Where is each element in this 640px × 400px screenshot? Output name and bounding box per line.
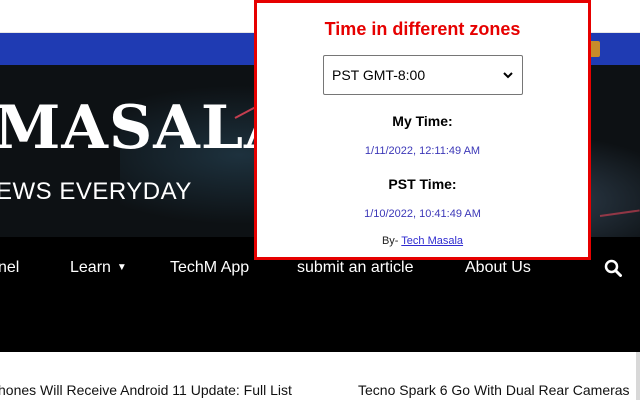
nav-item-techm-app[interactable]: TechM App — [170, 259, 249, 277]
news-ticker: hones Will Receive Android 11 Update: Fu… — [0, 352, 640, 400]
timezone-popup: Time in different zones PST GMT-8:00 My … — [254, 0, 591, 260]
ticker-headline[interactable]: Tecno Spark 6 Go With Dual Rear Cameras — [358, 382, 630, 398]
nav-item-channel[interactable]: nel — [0, 259, 19, 277]
caret-down-icon: ▼ — [116, 262, 127, 273]
nav-item-about-us[interactable]: About Us — [465, 259, 531, 277]
byline-prefix: By- — [381, 235, 399, 247]
author-link[interactable]: Tech Masala — [401, 235, 463, 247]
timezone-select-value: PST GMT-8:00 — [332, 67, 426, 83]
page-scrollbar[interactable] — [636, 352, 640, 400]
chevron-down-icon — [503, 72, 513, 79]
ticker-headline[interactable]: hones Will Receive Android 11 Update: Fu… — [0, 382, 292, 398]
nav-item-submit-article[interactable]: submit an article — [297, 259, 414, 277]
site-tagline: EWS EVERYDAY — [0, 178, 192, 205]
nav-item-learn[interactable]: Learn ▼ — [70, 259, 127, 277]
site-logo-text[interactable]: MASALA — [0, 93, 292, 163]
my-time-value: 1/11/2022, 12:11:49 AM — [364, 145, 481, 157]
zone-time-label: PST Time: — [388, 176, 457, 192]
my-time-label: My Time: — [392, 113, 453, 129]
popup-title: Time in different zones — [324, 19, 521, 39]
timezone-select[interactable]: PST GMT-8:00 — [323, 55, 523, 95]
byline: By- Tech Masala — [257, 235, 588, 247]
search-icon[interactable] — [604, 259, 622, 277]
zone-time-value: 1/10/2022, 10:41:49 AM — [364, 208, 481, 220]
nav-item-label: Learn — [70, 259, 111, 276]
